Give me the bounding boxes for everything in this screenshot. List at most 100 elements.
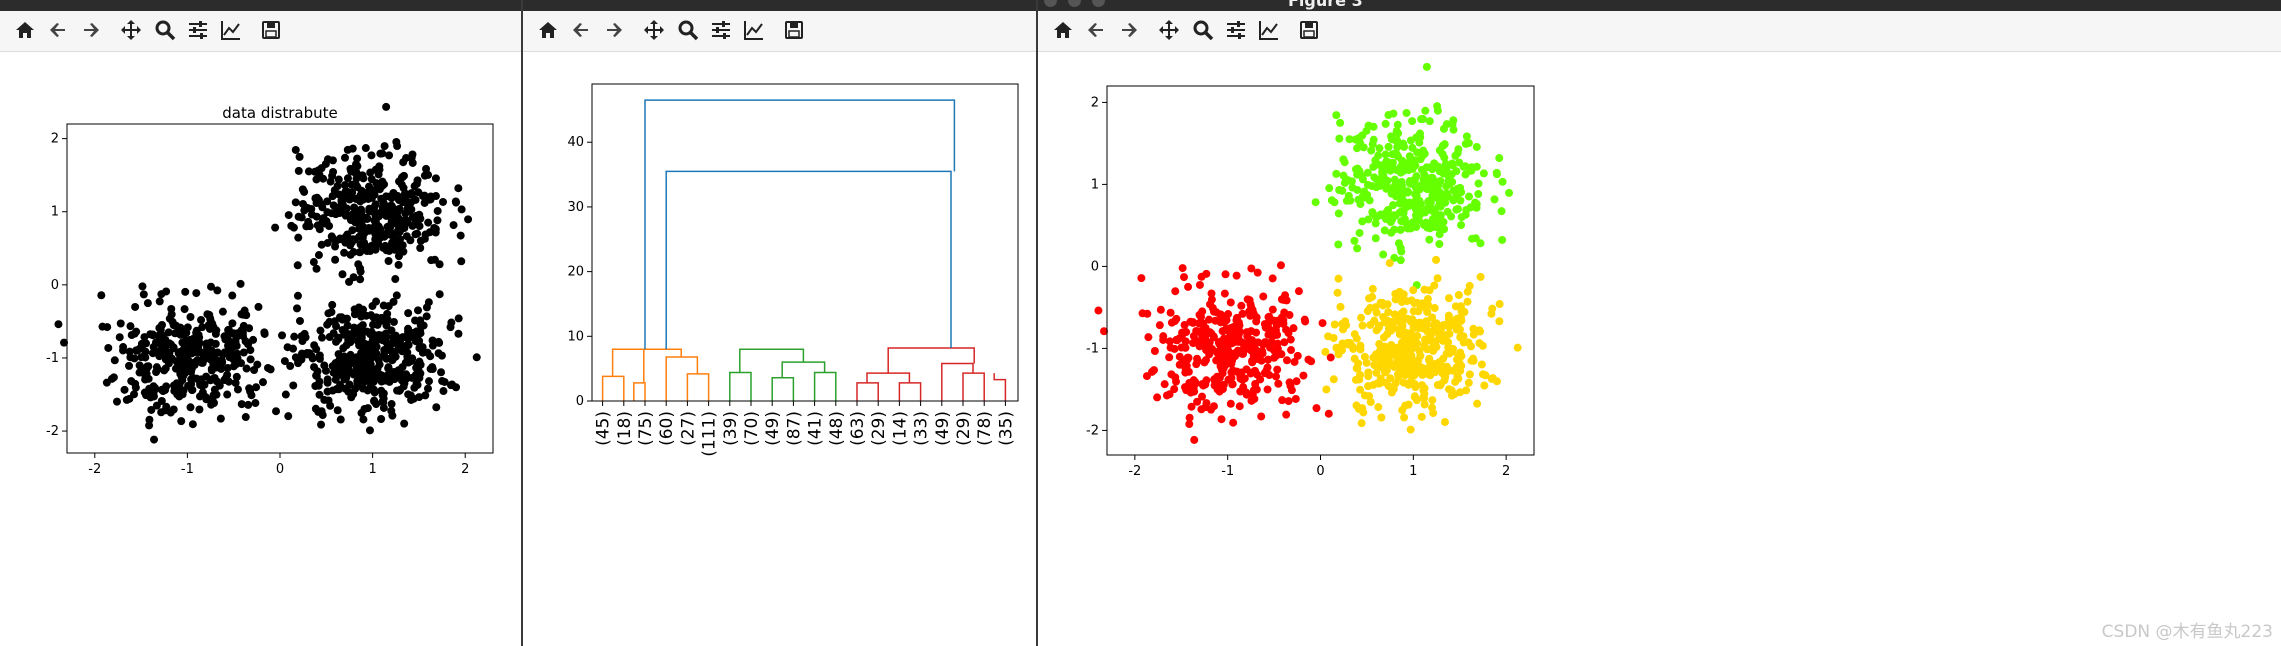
data-point [241, 413, 250, 422]
data-point [216, 414, 225, 423]
configure-subplots-icon[interactable] [185, 17, 211, 43]
data-point [1159, 332, 1168, 341]
zoom-icon[interactable] [152, 17, 178, 43]
zoom-icon[interactable] [675, 17, 701, 43]
pan-icon[interactable] [118, 17, 144, 43]
data-point [1195, 280, 1204, 289]
data-point [228, 342, 237, 351]
data-point [1425, 117, 1434, 126]
data-point [1420, 335, 1429, 344]
data-point [1368, 209, 1377, 218]
data-point [293, 261, 302, 270]
data-point [1198, 392, 1207, 401]
data-point [1463, 297, 1472, 306]
data-point [1387, 189, 1396, 198]
data-point [1263, 321, 1272, 330]
data-point [1333, 288, 1342, 297]
configure-subplots-icon[interactable] [708, 17, 734, 43]
data-point [1467, 166, 1476, 175]
home-icon[interactable] [12, 17, 38, 43]
data-point [252, 383, 261, 392]
home-icon[interactable] [535, 17, 561, 43]
back-arrow-icon[interactable] [568, 17, 594, 43]
window-control-icon[interactable] [1068, 0, 1081, 7]
data-point [318, 218, 327, 227]
y-tick-label: 0 [576, 394, 584, 409]
back-arrow-icon[interactable] [45, 17, 71, 43]
home-icon[interactable] [1050, 17, 1076, 43]
data-point [438, 197, 447, 206]
forward-arrow-icon[interactable] [1116, 17, 1142, 43]
data-point [1492, 168, 1501, 177]
save-icon[interactable] [781, 17, 807, 43]
window-control-icon[interactable] [1092, 0, 1105, 7]
data-point [1476, 272, 1485, 281]
pan-icon[interactable] [641, 17, 667, 43]
data-point [189, 334, 198, 343]
x-tick-label: 1 [1409, 464, 1417, 479]
save-icon[interactable] [1296, 17, 1322, 43]
data-point [348, 144, 357, 153]
pan-icon[interactable] [1156, 17, 1182, 43]
data-point [1198, 380, 1207, 389]
data-point [360, 404, 369, 413]
data-point [1338, 319, 1347, 328]
data-point [302, 222, 311, 231]
back-arrow-icon[interactable] [1083, 17, 1109, 43]
data-point [293, 291, 302, 300]
zoom-icon[interactable] [1190, 17, 1216, 43]
data-point [396, 372, 405, 381]
data-point [454, 314, 463, 323]
data-point [1285, 311, 1294, 320]
series-0 [1094, 261, 1335, 444]
title-bar[interactable] [523, 0, 1036, 11]
data-point [359, 415, 368, 424]
data-point [1189, 332, 1198, 341]
edit-axis-icon[interactable] [218, 17, 244, 43]
data-point [359, 195, 368, 204]
data-point [107, 374, 116, 383]
data-point [1462, 205, 1471, 214]
data-point [1383, 316, 1392, 325]
data-point [406, 391, 415, 400]
data-point [1299, 371, 1308, 380]
data-point [291, 145, 300, 154]
dendrogram-plot[interactable]: 010203040(45) (18) (75) (60) (27) (111) (39) (7… [523, 52, 1036, 646]
window-control-icon[interactable] [1044, 0, 1057, 7]
edit-axis-icon[interactable] [741, 17, 767, 43]
forward-arrow-icon[interactable] [601, 17, 627, 43]
data-point [384, 226, 393, 235]
data-point [1287, 346, 1296, 355]
save-icon[interactable] [258, 17, 284, 43]
data-point [1415, 199, 1424, 208]
title-bar[interactable] [0, 0, 521, 11]
data-point [293, 304, 302, 313]
data-point [245, 324, 254, 333]
data-point [1365, 294, 1374, 303]
data-point [1399, 166, 1408, 175]
data-point [1462, 132, 1471, 141]
data-point [287, 221, 296, 230]
scatter-plot-data[interactable]: data distrabute -2 -1 0 1 2 2 1 0 -1 -2 [0, 52, 521, 646]
title-bar[interactable]: Figure 3 [1038, 0, 2281, 11]
data-point [131, 383, 140, 392]
data-point [1375, 144, 1384, 153]
data-point [457, 205, 466, 214]
data-point [1321, 347, 1330, 356]
configure-subplots-icon[interactable] [1223, 17, 1249, 43]
data-point [1388, 150, 1397, 159]
data-point [328, 233, 337, 242]
data-point [1400, 413, 1409, 422]
data-point [342, 329, 351, 338]
edit-axis-icon[interactable] [1256, 17, 1282, 43]
clustered-scatter-plot[interactable]: -2 -1 0 1 2 2 1 0 -1 -2 [1038, 52, 2281, 646]
data-point [1422, 163, 1431, 172]
data-point [437, 368, 446, 377]
forward-arrow-icon[interactable] [78, 17, 104, 43]
data-point [1430, 209, 1439, 218]
data-point [1436, 220, 1445, 229]
data-point [212, 377, 221, 386]
data-point [1381, 150, 1390, 159]
data-point [1249, 354, 1258, 363]
data-point [1235, 402, 1244, 411]
